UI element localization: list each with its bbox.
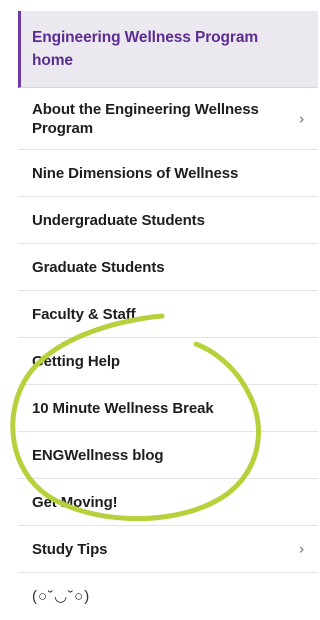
chevron-right-icon[interactable]: ›	[299, 540, 304, 559]
nav-item-study-tips[interactable]: Study Tips ›	[18, 526, 318, 573]
nav-item-get-moving[interactable]: Get Moving!	[18, 479, 318, 526]
nav-item-getting-help[interactable]: Getting Help	[18, 338, 318, 385]
nav-item-label: Study Tips	[32, 540, 108, 558]
nav-item-about[interactable]: About the Engineering Wellness Program ›	[18, 88, 318, 150]
nav-item-label: Nine Dimensions of Wellness	[32, 164, 239, 182]
nav-item-wellness-break[interactable]: 10 Minute Wellness Break	[18, 385, 318, 432]
emoticon-text: (○˘◡˘○)	[32, 588, 91, 605]
nav-item-label: Graduate Students	[32, 258, 165, 276]
nav-item-faculty-staff[interactable]: Faculty & Staff	[18, 291, 318, 338]
nav-item-label: Get Moving!	[32, 493, 118, 511]
nav-item-label: Faculty & Staff	[32, 305, 136, 323]
nav-item-blog[interactable]: ENGWellness blog	[18, 432, 318, 479]
nav-item-label: 10 Minute Wellness Break	[32, 399, 214, 417]
nav-item-undergraduate[interactable]: Undergraduate Students	[18, 197, 318, 244]
nav-item-home[interactable]: Engineering Wellness Program home	[18, 11, 318, 88]
nav-item-label: ENGWellness blog	[32, 446, 164, 464]
footer-emoticon: (○˘◡˘○)	[18, 573, 318, 620]
nav-item-label: About the Engineering Wellness Program	[32, 100, 259, 137]
nav-item-label: Engineering Wellness Program home	[32, 29, 259, 69]
nav-item-nine-dimensions[interactable]: Nine Dimensions of Wellness	[18, 150, 318, 197]
nav-item-graduate[interactable]: Graduate Students	[18, 244, 318, 291]
nav-item-label: Getting Help	[32, 352, 120, 370]
nav-item-label: Undergraduate Students	[32, 211, 205, 229]
chevron-right-icon[interactable]: ›	[299, 109, 304, 128]
sidebar-nav: Engineering Wellness Program home About …	[18, 11, 318, 620]
